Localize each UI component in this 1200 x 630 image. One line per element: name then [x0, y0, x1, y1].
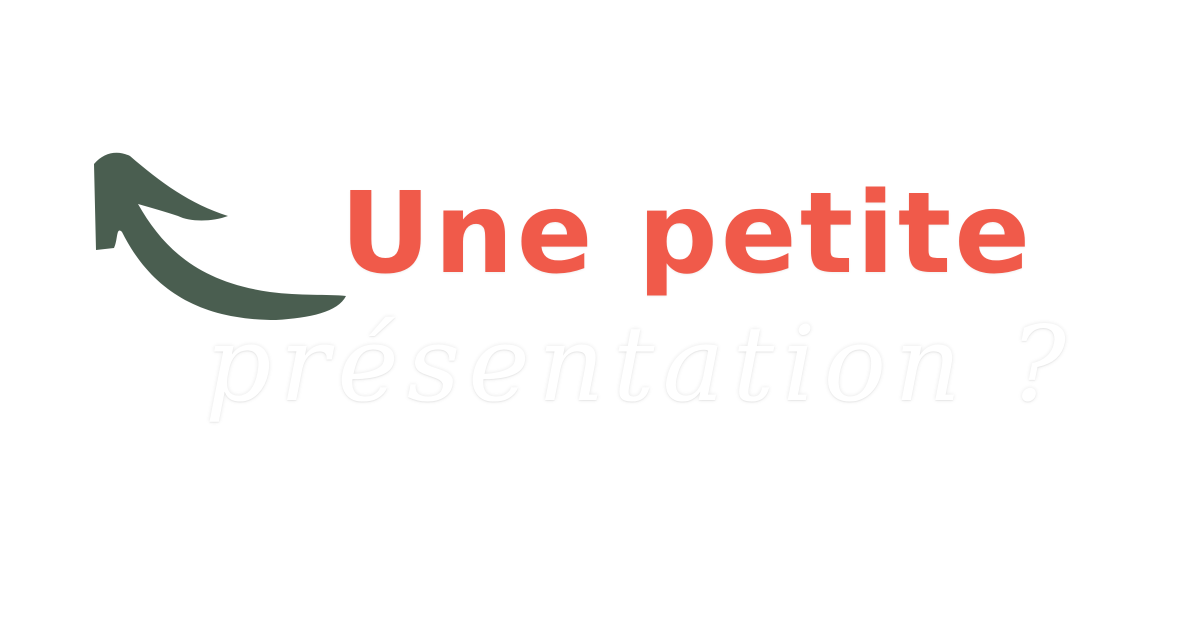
headline-text: Une petite — [340, 169, 1034, 299]
slide-canvas: Une petite présentation ? — [0, 0, 1200, 630]
arrow-shape — [94, 152, 346, 320]
subline-text: présentation ? — [205, 303, 1074, 425]
